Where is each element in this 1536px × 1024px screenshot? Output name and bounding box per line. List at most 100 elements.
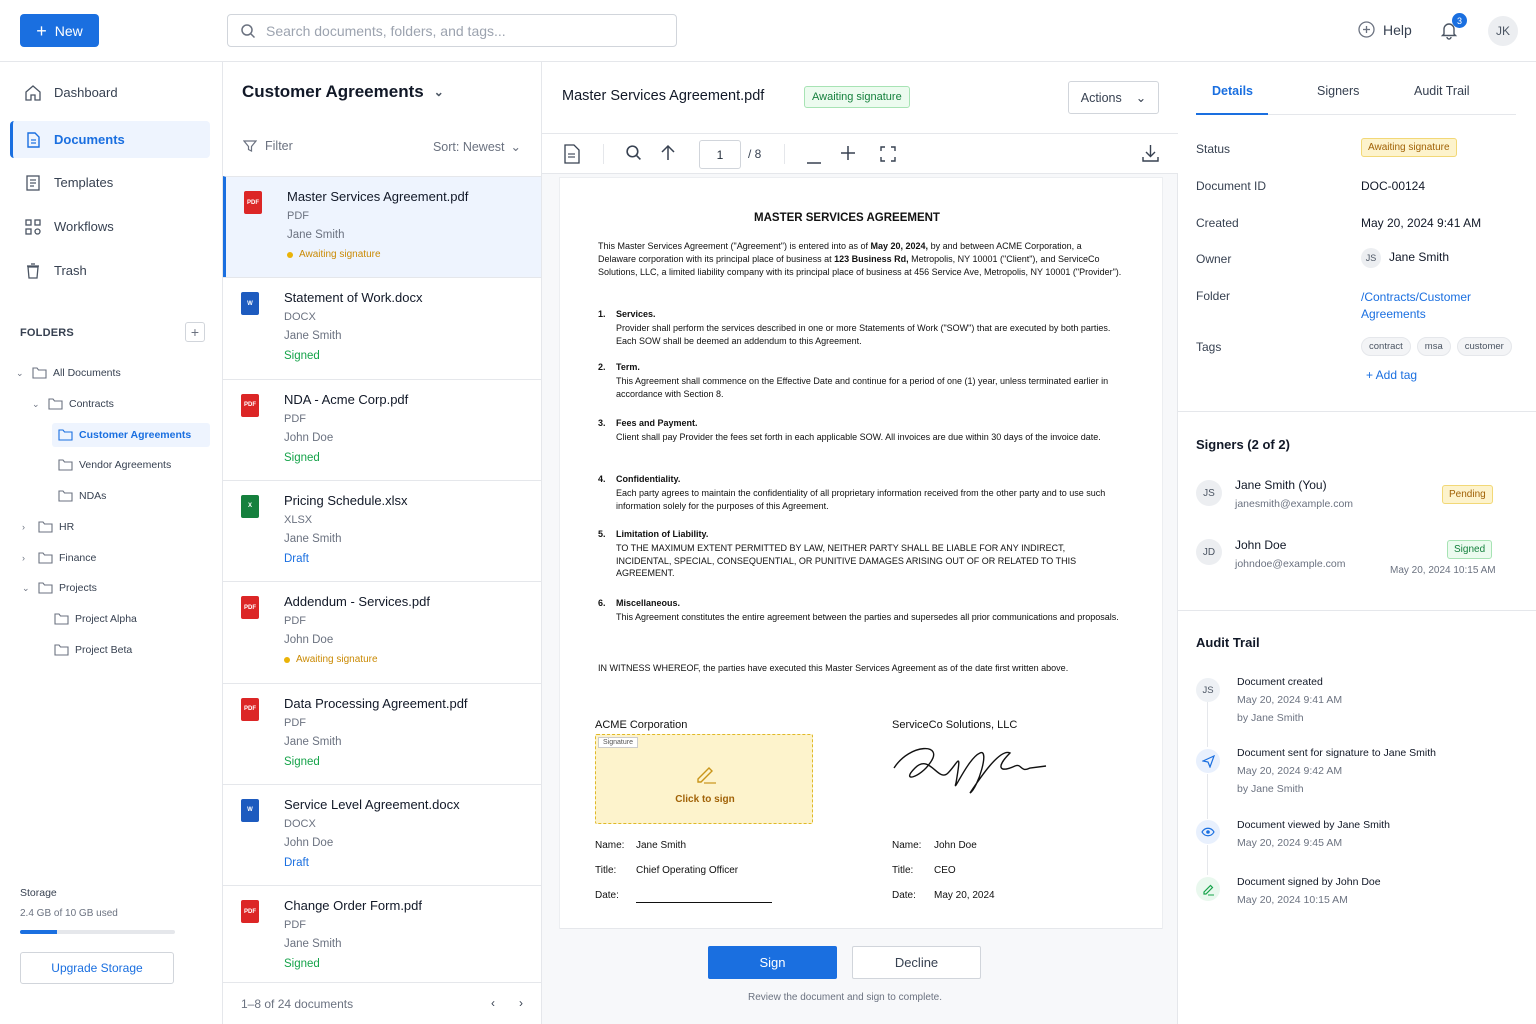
fullscreen-icon[interactable]: [880, 146, 896, 167]
status-dot: [287, 251, 293, 258]
folder-label: Project Alpha: [75, 613, 137, 625]
folder-label: All Documents: [53, 367, 121, 379]
document-type: PDF: [284, 919, 306, 932]
viewer-document-title: Master Services Agreement.pdf: [562, 88, 765, 104]
document-list-item[interactable]: X Pricing Schedule.xlsx XLSX Jane Smith Draf…: [223, 479, 541, 581]
zoom-in-icon[interactable]: [840, 145, 856, 166]
nav-dashboard[interactable]: Dashboard: [10, 74, 210, 111]
download-icon[interactable]: [1142, 144, 1159, 167]
search-icon[interactable]: [625, 144, 642, 166]
document-list-item[interactable]: W Statement of Work.docx DOCX Jane Smith Sig…: [223, 277, 541, 378]
help-icon: [1358, 21, 1375, 38]
page-number-input[interactable]: 1: [699, 140, 741, 169]
document-status: Draft: [284, 552, 309, 565]
add-folder-button[interactable]: +: [185, 322, 205, 342]
party-b-name: ServiceCo Solutions, LLC: [892, 719, 1018, 731]
folder-icon: [38, 521, 53, 533]
status-text: Awaiting signature: [296, 654, 378, 666]
arrow-up-icon[interactable]: [660, 144, 676, 167]
document-name: Addendum - Services.pdf: [284, 594, 430, 610]
nav-templates[interactable]: Templates: [10, 164, 210, 201]
sort-dropdown[interactable]: Sort: Newest ⌄: [433, 139, 521, 155]
folder-ndas[interactable]: NDAs: [58, 484, 106, 508]
folder-project-alpha[interactable]: Project Alpha: [54, 607, 137, 631]
section-heading: Miscellaneous.: [616, 598, 681, 608]
next-page-icon[interactable]: ›: [519, 996, 523, 1010]
name-label-b: Name:: [892, 840, 922, 851]
tab-audit-trail[interactable]: Audit Trail: [1414, 84, 1470, 98]
document-id-label: Document ID: [1196, 179, 1267, 193]
new-button[interactable]: + New: [20, 14, 99, 47]
chevron-down-icon: ⌄: [1135, 91, 1147, 105]
user-avatar[interactable]: JK: [1488, 16, 1518, 46]
tab-signers[interactable]: Signers: [1317, 84, 1359, 98]
owner-value: JS Jane Smith: [1361, 248, 1449, 268]
details-panel: Details Signers Audit Trail Status Await…: [1178, 62, 1536, 1024]
folder-icon: [58, 490, 73, 502]
document-outline-icon[interactable]: [563, 144, 581, 169]
document-owner: John Doe: [284, 836, 334, 849]
sign-button[interactable]: Sign: [708, 946, 837, 979]
section-number: 2.: [598, 362, 606, 372]
folder-icon: [54, 644, 69, 656]
notifications-button[interactable]: 3: [1439, 13, 1467, 45]
actions-dropdown[interactable]: Actions ⌄: [1068, 81, 1159, 114]
document-owner: Jane Smith: [284, 330, 342, 343]
folder-project-beta[interactable]: Project Beta: [54, 638, 132, 662]
nav-label: Trash: [54, 263, 87, 278]
document-list-item[interactable]: PDF Addendum - Services.pdf PDF John Doe Awa…: [223, 581, 541, 682]
document-name: Statement of Work.docx: [284, 290, 423, 306]
audit-time: May 20, 2024 9:42 AM: [1237, 765, 1343, 777]
intro-text: This Master Services Agreement ("Agreeme…: [598, 241, 871, 251]
signer-name: Jane Smith (You): [1235, 478, 1327, 492]
folder-path: /Contracts/Customer: [1361, 290, 1472, 304]
document-status: Awaiting signature: [284, 654, 378, 665]
folder-contracts[interactable]: ⌄ Contracts: [32, 392, 114, 416]
document-list-item[interactable]: PDF Master Services Agreement.pdf PDF Jane …: [223, 176, 541, 277]
signers-heading: Signers (2 of 2): [1196, 437, 1290, 452]
folder-customer-agreements[interactable]: Customer Agreements: [52, 423, 210, 447]
nav-documents[interactable]: Documents: [10, 121, 210, 158]
nav-workflows[interactable]: Workflows: [10, 208, 210, 245]
document-status: Signed: [284, 755, 320, 768]
folder-title-dropdown[interactable]: Customer Agreements ⌄: [242, 82, 444, 102]
folder-vendor-agreements[interactable]: Vendor Agreements: [58, 453, 171, 477]
document-list-item[interactable]: PDF Change Order Form.pdf PDF Jane Smith Sig…: [223, 885, 541, 986]
signature-field[interactable]: Signature Click to sign: [595, 734, 813, 824]
section-heading: Fees and Payment.: [616, 418, 698, 428]
folder-finance[interactable]: › Finance: [22, 546, 96, 570]
document-list-item[interactable]: PDF Data Processing Agreement.pdf PDF Jane …: [223, 682, 541, 784]
section-body: Client shall pay Provider the fees set f…: [616, 432, 1101, 442]
document-list-item[interactable]: PDF NDA - Acme Corp.pdf PDF John Doe Signed: [223, 378, 541, 480]
document-id-value: DOC-00124: [1361, 179, 1426, 193]
nav-trash[interactable]: Trash: [10, 252, 210, 289]
previous-page-icon[interactable]: ‹: [491, 996, 495, 1010]
search-input[interactable]: Search documents, folders, and tags...: [227, 14, 677, 47]
date-label-a: Date:: [595, 890, 619, 901]
pdf-file-icon: PDF: [241, 596, 259, 620]
folder-projects[interactable]: ⌄ Projects: [22, 576, 97, 600]
help-button[interactable]: Help: [1358, 21, 1412, 38]
folder-link[interactable]: /Contracts/Customer Agreements: [1361, 289, 1471, 323]
folder-hr[interactable]: › HR: [22, 515, 74, 539]
tag-chip[interactable]: customer: [1456, 337, 1512, 356]
upgrade-storage-button[interactable]: Upgrade Storage: [20, 952, 174, 984]
docx-file-icon: W: [241, 292, 259, 316]
tag-chip[interactable]: msa: [1416, 337, 1451, 356]
document-type: PDF: [287, 210, 309, 222]
tag-chip[interactable]: contract: [1361, 337, 1411, 356]
decline-button[interactable]: Decline: [852, 946, 981, 979]
zoom-out-icon[interactable]: [806, 152, 822, 170]
signer-email: johndoe@example.com: [1235, 558, 1346, 570]
nav-label: Workflows: [54, 219, 114, 234]
folder-all-documents[interactable]: ⌄ All Documents: [16, 361, 121, 385]
document-list-item[interactable]: W Service Level Agreement.docx DOCX John Do…: [223, 783, 541, 885]
folder-label: Contracts: [69, 398, 114, 410]
tab-details[interactable]: Details: [1212, 84, 1253, 98]
signer-email: janesmith@example.com: [1235, 498, 1354, 510]
document-status: Draft: [284, 856, 309, 869]
section-number: 1.: [598, 309, 606, 319]
add-tag-button[interactable]: + Add tag: [1366, 368, 1417, 382]
created-value: May 20, 2024 9:41 AM: [1361, 216, 1482, 230]
filter-button[interactable]: Filter: [243, 139, 293, 153]
